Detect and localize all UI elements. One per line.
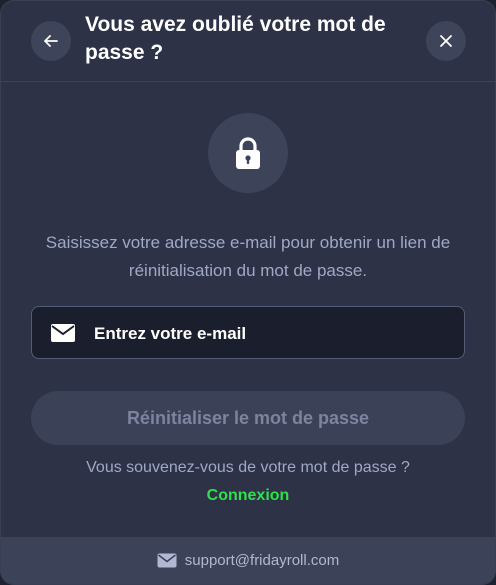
instructions-text: Saisissez votre adresse e-mail pour obte… [45,233,451,280]
support-footer: support@fridayroll.com [1,537,495,584]
email-input[interactable] [92,307,456,360]
support-email-link[interactable]: support@fridayroll.com [185,552,339,569]
forgot-password-modal: Vous avez oublié votre mot de passe ? Sa… [0,0,496,585]
reset-password-button[interactable]: Réinitialiser le mot de passe [31,391,465,445]
lock-badge [208,113,288,193]
arrow-left-icon [44,35,58,47]
back-button[interactable] [31,21,71,61]
close-button[interactable] [426,21,466,61]
email-field[interactable] [31,306,465,360]
close-icon [440,35,452,47]
remember-password-text: Vous souvenez-vous de votre mot de passe… [86,459,410,476]
modal-header: Vous avez oublié votre mot de passe ? [1,1,495,82]
login-link[interactable]: Connexion [1,487,495,505]
lock-icon [236,137,260,169]
mail-icon [157,553,177,568]
mail-icon [50,323,76,348]
modal-title: Vous avez oublié votre mot de passe ? [85,13,386,64]
